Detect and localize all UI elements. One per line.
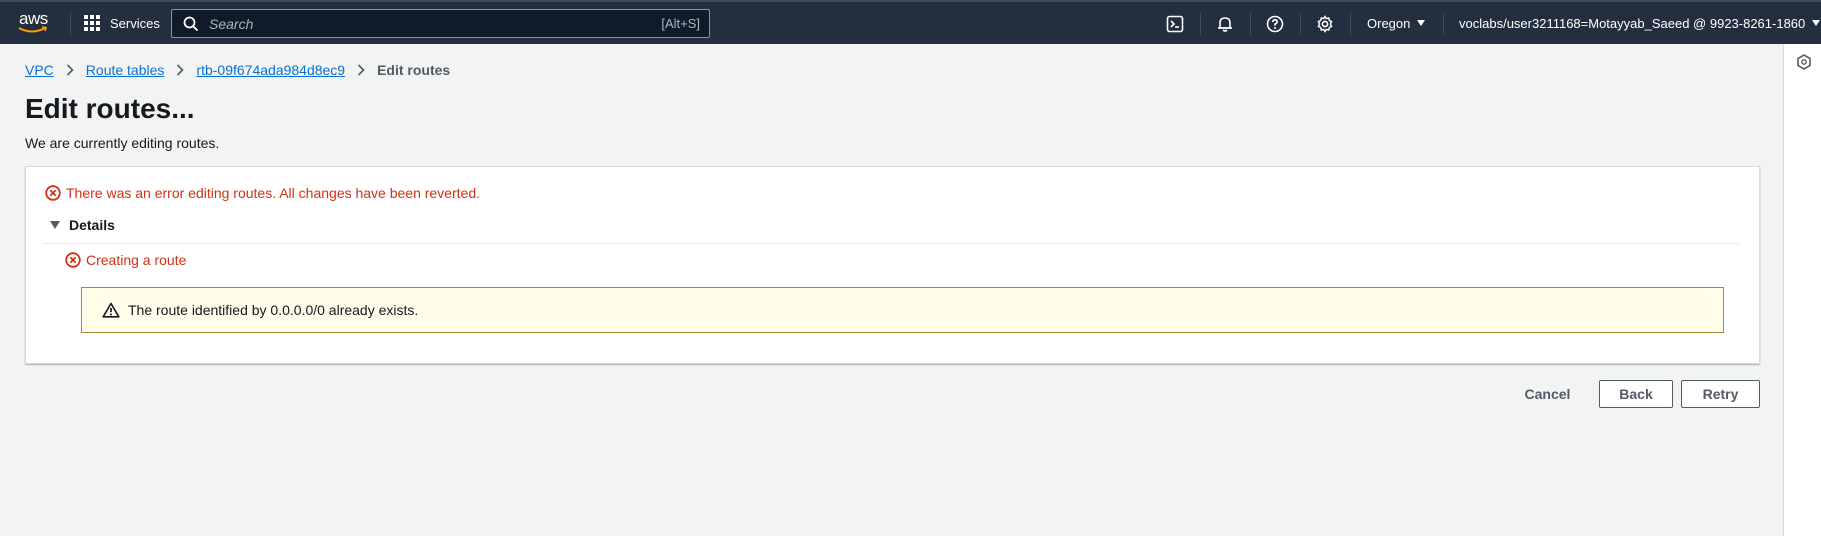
search-icon — [183, 16, 199, 31]
sub-error: Creating a route — [65, 252, 186, 268]
chevron-down-icon — [1417, 20, 1426, 26]
error-message-text: There was an error editing routes. All c… — [66, 185, 481, 201]
top-navigation: aws Services [Alt+S] — [0, 0, 1821, 44]
sub-error-text: Creating a route — [86, 252, 187, 268]
search-shortcut: [Alt+S] — [661, 16, 700, 31]
breadcrumb-vpc[interactable]: VPC — [25, 62, 54, 78]
breadcrumb: VPC Route tables rtb-09f674ada984d8ec9 E… — [25, 62, 450, 78]
cancel-button[interactable]: Cancel — [1510, 380, 1585, 408]
caret-down-icon — [50, 221, 60, 229]
region-selector[interactable]: Oregon — [1367, 2, 1426, 44]
hexagon-icon[interactable] — [1796, 54, 1812, 70]
error-message: There was an error editing routes. All c… — [45, 185, 480, 201]
services-menu-button[interactable]: Services — [84, 2, 160, 44]
chevron-right-icon — [357, 64, 365, 76]
services-label: Services — [110, 15, 160, 31]
warning-alert: The route identified by 0.0.0.0/0 alread… — [81, 287, 1724, 333]
aws-logo[interactable]: aws — [18, 9, 52, 37]
breadcrumb-current: Edit routes — [377, 62, 451, 78]
divider — [43, 243, 1740, 244]
page-description: We are currently editing routes. — [25, 135, 220, 151]
search-bar[interactable]: [Alt+S] — [171, 9, 710, 38]
error-circle-icon — [65, 252, 81, 268]
help-icon[interactable] — [1264, 13, 1286, 35]
warning-icon — [102, 302, 120, 318]
search-input[interactable] — [207, 14, 662, 33]
account-menu[interactable]: voclabs/user3211168=Motayyab_Saeed @ 992… — [1459, 2, 1821, 44]
region-label: Oregon — [1367, 15, 1411, 31]
warning-text: The route identified by 0.0.0.0/0 alread… — [128, 302, 419, 318]
nav-divider — [70, 13, 71, 35]
notifications-icon[interactable] — [1214, 13, 1236, 35]
settings-icon[interactable] — [1314, 13, 1336, 35]
error-panel: There was an error editing routes. All c… — [25, 166, 1760, 364]
breadcrumb-route-tables[interactable]: Route tables — [86, 62, 165, 78]
utility-panel — [1783, 44, 1821, 536]
error-circle-icon — [45, 185, 61, 201]
chevron-right-icon — [66, 64, 74, 76]
chevron-right-icon — [176, 64, 185, 76]
aws-smile-icon — [18, 26, 48, 33]
grid-icon — [84, 15, 100, 31]
page-title: Edit routes... — [25, 93, 195, 124]
back-button[interactable]: Back — [1599, 380, 1673, 408]
details-toggle[interactable]: Details — [50, 217, 115, 233]
cloudshell-icon[interactable] — [1164, 13, 1186, 35]
retry-button[interactable]: Retry — [1681, 380, 1760, 408]
breadcrumb-route-table-id[interactable]: rtb-09f674ada984d8ec9 — [196, 62, 345, 78]
chevron-down-icon — [1812, 20, 1821, 26]
details-label: Details — [69, 217, 115, 233]
account-label: voclabs/user3211168=Motayyab_Saeed @ 992… — [1459, 15, 1806, 31]
